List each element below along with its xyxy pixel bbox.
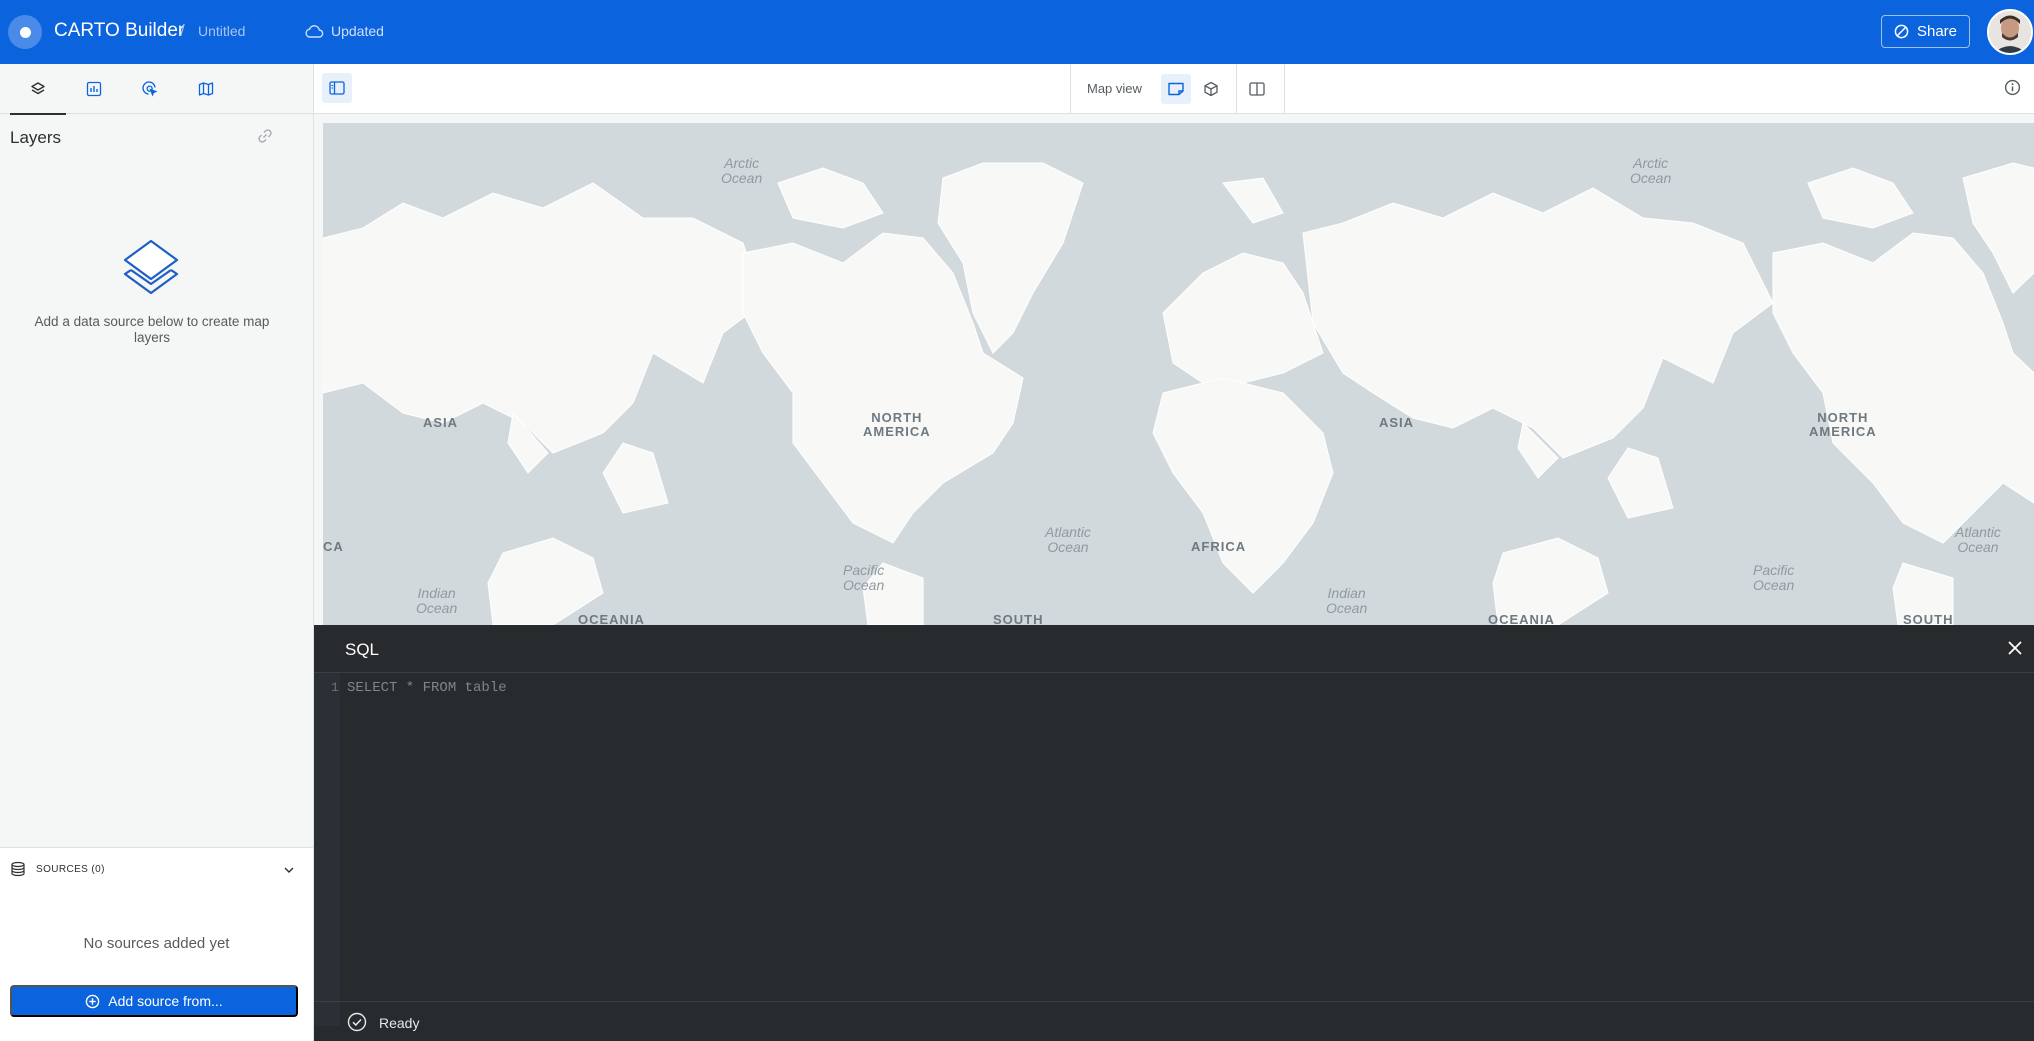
interactions-cursor-icon bbox=[141, 80, 157, 96]
continent-label: SOUTH bbox=[993, 612, 1044, 626]
ocean-label: Arctic Ocean bbox=[721, 155, 763, 186]
continent-label: OCEANIA bbox=[1488, 612, 1555, 626]
ocean-label: Atlantic Ocean bbox=[1045, 524, 1091, 555]
info-icon[interactable] bbox=[2004, 79, 2021, 96]
layers-icon bbox=[31, 82, 45, 95]
basemap-land bbox=[323, 162, 2034, 625]
layers-title: Layers bbox=[10, 128, 62, 147]
tab-layers[interactable] bbox=[10, 64, 66, 115]
map-2d-icon bbox=[1168, 82, 1184, 96]
continent-label: ASIA bbox=[1379, 415, 1415, 430]
check-circle-icon bbox=[347, 1012, 367, 1032]
chevron-down-icon[interactable] bbox=[283, 864, 295, 876]
line-number: 1 bbox=[331, 680, 339, 695]
ocean-label: Pacific Ocean bbox=[843, 562, 885, 593]
empty-layers-icon bbox=[123, 239, 179, 295]
save-status: Updated bbox=[331, 23, 384, 39]
editor-gutter bbox=[314, 673, 340, 1026]
continent-label: NORTH AMERICA bbox=[1809, 410, 1877, 439]
user-avatar[interactable] bbox=[1987, 9, 2033, 55]
sidebar-panel-icon bbox=[329, 81, 345, 95]
add-source-label: Add source from... bbox=[108, 993, 223, 1009]
continent-label: AFRICA bbox=[1191, 539, 1247, 554]
ocean-label: Pacific Ocean bbox=[1753, 562, 1795, 593]
map-canvas[interactable]: ASIA NORTH AMERICA AFRICA ASIA NORTH AME… bbox=[323, 123, 2034, 625]
sql-header: SQL bbox=[314, 625, 2034, 673]
tab-interactions[interactable] bbox=[122, 64, 178, 114]
split-view-icon bbox=[1249, 82, 1265, 96]
tab-basemaps[interactable] bbox=[178, 64, 234, 114]
split-view-button[interactable] bbox=[1242, 74, 1272, 104]
share-eye-off-icon bbox=[1894, 24, 1909, 39]
sql-status-bar: Ready bbox=[314, 1001, 2034, 1041]
ocean-label: Atlantic Ocean bbox=[1955, 524, 2001, 555]
avatar-image bbox=[1989, 11, 2031, 53]
close-icon[interactable] bbox=[2006, 639, 2024, 657]
view-3d-button[interactable] bbox=[1196, 74, 1226, 104]
share-label: Share bbox=[1916, 23, 1958, 40]
plus-circle-icon bbox=[86, 994, 100, 1008]
widgets-chart-icon bbox=[86, 81, 102, 97]
breadcrumb-separator: / bbox=[180, 21, 185, 40]
continent-label: CA bbox=[323, 539, 344, 554]
map-view-label: Map view bbox=[1087, 81, 1142, 96]
empty-layers-message: Add a data source below to create map la… bbox=[34, 314, 270, 345]
link-icon[interactable] bbox=[257, 128, 273, 144]
cloud-icon bbox=[305, 25, 324, 38]
map-toolbar: Map view bbox=[314, 64, 2034, 114]
query-status: Ready bbox=[379, 1015, 420, 1031]
add-source-button[interactable]: Add source from... bbox=[10, 985, 298, 1017]
sources-label: SOURCES (0) bbox=[36, 863, 105, 875]
ocean-label: Arctic Ocean bbox=[1630, 155, 1672, 186]
view-2d-button[interactable] bbox=[1161, 74, 1191, 104]
top-bar: CARTO Builder / Untitled Updated Share bbox=[0, 0, 2034, 64]
ocean-label: Indian Ocean bbox=[1326, 585, 1368, 616]
continent-label: NORTH AMERICA bbox=[863, 410, 931, 439]
database-icon bbox=[11, 861, 25, 877]
sources-header[interactable]: SOURCES (0) bbox=[10, 861, 105, 877]
sql-title: SQL bbox=[345, 640, 380, 659]
tab-widgets[interactable] bbox=[66, 64, 122, 114]
share-button[interactable]: Share bbox=[1881, 15, 1970, 48]
ocean-label: Indian Ocean bbox=[416, 585, 458, 616]
carto-logo[interactable] bbox=[8, 15, 42, 49]
left-panel: Layers Add a data source below to create… bbox=[0, 64, 314, 1041]
map-view-controls: Map view bbox=[1070, 64, 1285, 114]
continent-label: OCEANIA bbox=[578, 612, 645, 626]
continent-label: SOUTH bbox=[1903, 612, 1954, 626]
sql-panel: SQL 1 SELECT * FROM table Ready bbox=[314, 625, 2034, 1041]
app-title: CARTO Builder bbox=[54, 20, 185, 41]
sql-editor[interactable]: SELECT * FROM table bbox=[347, 680, 507, 696]
basemap-icon bbox=[198, 82, 214, 96]
no-sources-message: No sources added yet bbox=[83, 935, 230, 952]
continent-label: ASIA bbox=[423, 415, 459, 430]
globe-3d-icon bbox=[1204, 81, 1218, 97]
map-name[interactable]: Untitled bbox=[198, 23, 245, 39]
panel-tabs bbox=[0, 64, 313, 115]
toggle-panel-button[interactable] bbox=[322, 73, 352, 103]
